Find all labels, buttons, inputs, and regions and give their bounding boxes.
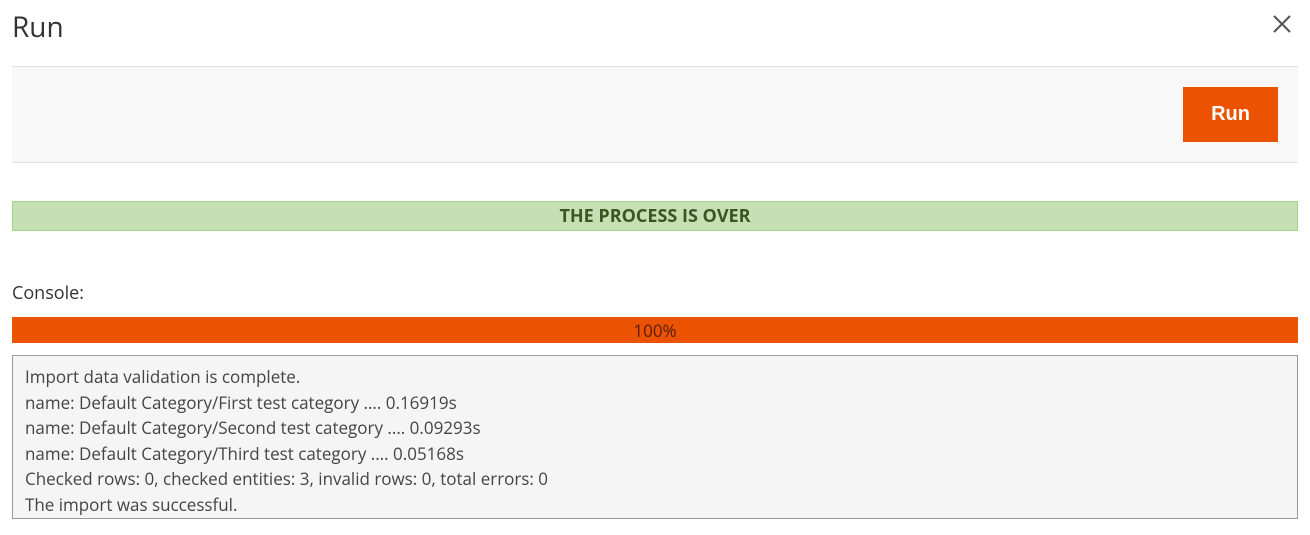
- console-line: name: Default Category/Third test catego…: [25, 441, 1285, 467]
- modal-header: Run: [12, 8, 1298, 46]
- close-icon[interactable]: [1266, 8, 1298, 45]
- run-button[interactable]: Run: [1183, 87, 1278, 142]
- console-output[interactable]: Import data validation is complete. name…: [12, 355, 1298, 519]
- console-line: Checked rows: 0, checked entities: 3, in…: [25, 466, 1285, 492]
- console-line: name: Default Category/Second test categ…: [25, 415, 1285, 441]
- toolbar: Run: [12, 66, 1298, 163]
- progress-value: 100%: [633, 319, 676, 342]
- progress-bar: 100%: [12, 317, 1298, 343]
- console-label: Console:: [12, 281, 1298, 305]
- status-banner: THE PROCESS IS OVER: [12, 201, 1298, 231]
- console-line: name: Default Category/First test catego…: [25, 390, 1285, 416]
- console-line: The import was successful.: [25, 492, 1285, 518]
- console-line: Import data validation is complete.: [25, 364, 1285, 390]
- page-title: Run: [12, 8, 64, 46]
